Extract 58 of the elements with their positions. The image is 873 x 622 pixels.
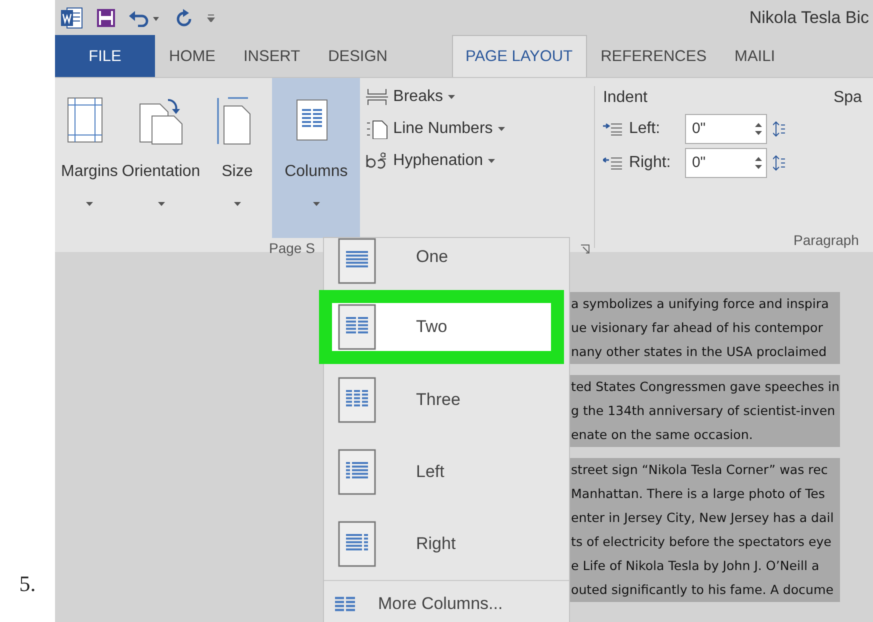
word-logo-icon	[61, 6, 83, 28]
spin-arrows-icon[interactable]	[754, 156, 762, 170]
menu-item[interactable]: One	[324, 238, 569, 290]
caret-icon	[158, 202, 165, 206]
caret-icon	[498, 127, 505, 131]
columns-left-icon	[338, 449, 376, 495]
spacing-label: Spa	[833, 88, 862, 108]
ribbon-tab[interactable]: REFERENCES	[586, 35, 721, 77]
hyphenation-icon	[366, 151, 388, 171]
ribbon-tab[interactable]: HOME	[155, 35, 230, 77]
spacing-before-icon	[772, 121, 785, 137]
ribbon-button[interactable]: Line Numbers	[364, 116, 507, 142]
line-numbers-icon	[366, 119, 388, 139]
spin-arrows-icon[interactable]	[754, 122, 762, 136]
menu-item[interactable]: Two	[319, 290, 564, 364]
ribbon-tab[interactable]: INSERT	[230, 35, 314, 77]
caret-icon	[312, 202, 320, 206]
redo-icon[interactable]	[175, 8, 193, 26]
menu-item[interactable]: More Columns...	[324, 580, 569, 622]
ribbon-button[interactable]: Columns	[272, 78, 360, 238]
menu-item[interactable]: Three	[324, 364, 569, 436]
ribbon-tab[interactable]: FILE	[55, 35, 155, 77]
group-label: Page S	[269, 239, 315, 258]
ribbon-tab[interactable]: MAILI	[720, 35, 790, 77]
more-columns-icon	[334, 596, 356, 612]
indent-label: Indent	[602, 88, 648, 108]
undo-icon[interactable]	[129, 8, 161, 26]
group-label: Paragraph	[794, 231, 859, 250]
columns-three-icon	[338, 377, 376, 423]
window-title: Nikola Tesla Bic	[749, 6, 869, 29]
spin-field[interactable]: 0"	[684, 114, 767, 144]
indent-right-icon	[602, 156, 623, 170]
spacing-after-icon	[772, 155, 785, 171]
columns-two-icon	[338, 304, 376, 350]
field-label: Left:	[628, 119, 662, 139]
spin-field[interactable]: 0"	[684, 148, 767, 178]
caret-icon	[86, 202, 93, 206]
breaks-icon	[366, 87, 388, 107]
caret-icon	[234, 202, 241, 206]
save-icon[interactable]	[97, 8, 115, 26]
ribbon-button[interactable]: Size	[212, 78, 262, 238]
menu-item[interactable]: Left	[324, 436, 569, 508]
ribbon-button[interactable]: Margins	[59, 78, 120, 238]
dialog-launcher-icon[interactable]	[580, 244, 590, 254]
ribbon-button[interactable]: Hyphenation	[364, 148, 507, 174]
ribbon-button[interactable]: Breaks	[364, 84, 507, 110]
step-number: 5.	[19, 570, 36, 598]
ribbon-button[interactable]: Orientation	[120, 78, 202, 238]
customize-caret-icon[interactable]	[207, 14, 215, 22]
indent-left-icon	[602, 122, 623, 136]
columns-right-icon	[338, 521, 376, 567]
orientation-icon	[138, 96, 184, 146]
caret-icon	[448, 95, 455, 99]
ribbon-tab[interactable]: DESIGN	[314, 35, 402, 77]
ribbon-tab[interactable]: PAGE LAYOUT	[452, 35, 587, 77]
menu-item[interactable]: Right	[324, 508, 569, 580]
caret-icon	[488, 159, 496, 163]
field-label: Right:	[628, 153, 672, 173]
